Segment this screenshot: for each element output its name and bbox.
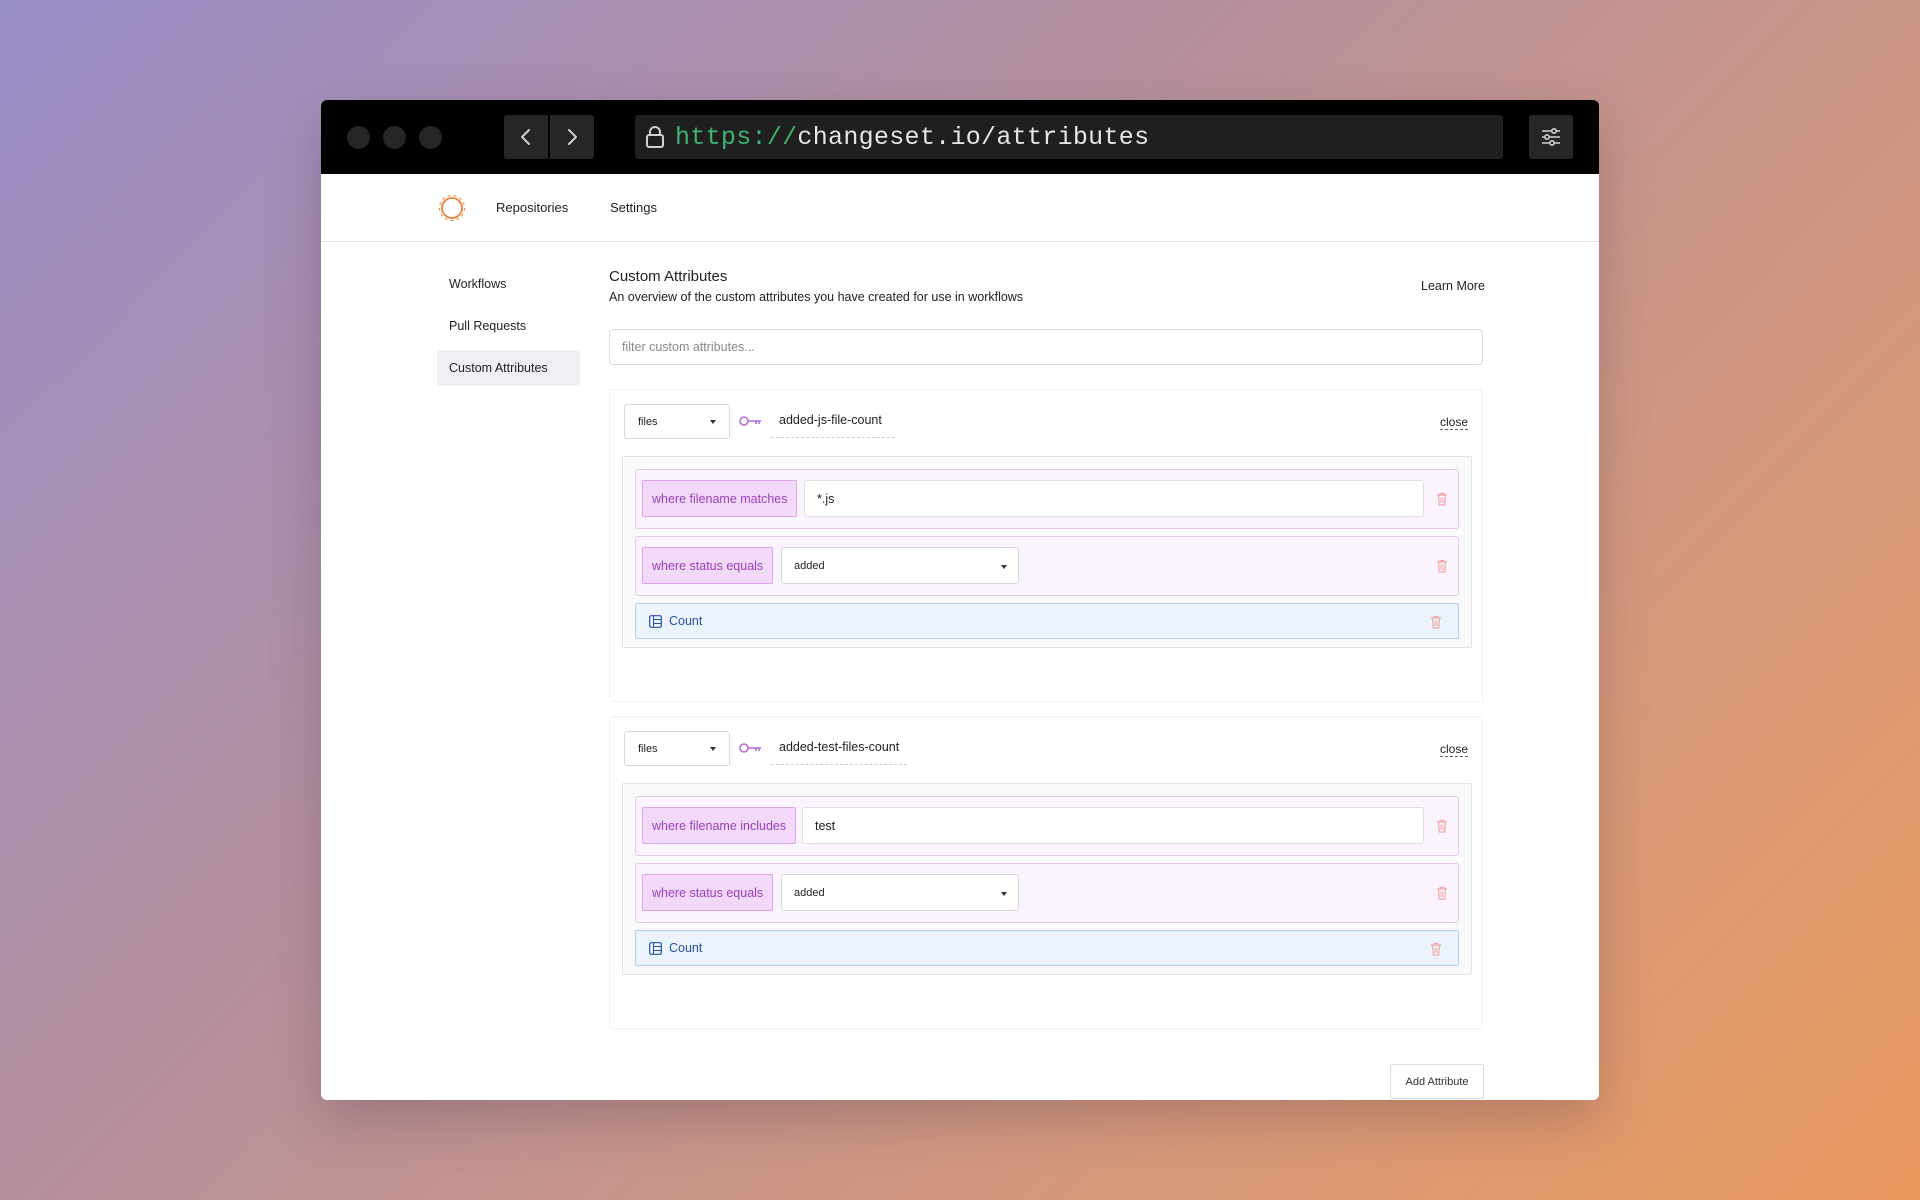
rule-row: where status equals added [635,536,1459,596]
attribute-type-value: files [638,415,658,428]
attribute-type-select[interactable]: files [624,731,730,766]
sidebar-item-pull-requests[interactable]: Pull Requests [437,308,580,344]
page-title: Custom Attributes [609,268,728,285]
chevron-left-icon [521,129,530,145]
logo-icon[interactable] [438,194,466,222]
rules-container: where filename includes where status equ… [622,783,1472,975]
status-select-value: added [794,886,825,899]
attribute-card: files added-js-file-count close where fi… [609,389,1483,702]
table-icon [649,615,662,628]
add-attribute-button[interactable]: Add Attribute [1390,1064,1484,1099]
chevron-right-icon [568,129,577,145]
key-icon [739,416,761,426]
sidebar-item-label: Workflows [449,277,507,291]
rule-row: where filename matches [635,469,1459,529]
rule-label[interactable]: where filename matches [642,480,798,517]
trash-icon[interactable] [1430,942,1442,956]
close-link[interactable]: close [1439,415,1468,430]
table-icon [649,942,662,955]
rule-row: where filename includes [635,796,1459,856]
history-buttons [504,115,594,159]
address-bar[interactable]: https://changeset.io/attributes [635,115,1503,159]
url-text: https://changeset.io/attributes [675,123,1149,152]
sidebar: Workflows Pull Requests Custom Attribute… [437,266,580,392]
rule-value-input[interactable] [802,807,1424,844]
close-link[interactable]: close [1439,742,1468,757]
aggregate-row[interactable]: Count [635,603,1459,639]
sliders-icon [1542,127,1560,147]
caret-down-icon [1001,565,1007,569]
page-subtitle: An overview of the custom attributes you… [609,290,1024,304]
filter-input[interactable] [609,329,1483,365]
key-icon [739,743,761,753]
attribute-name-field[interactable]: added-test-files-count [771,733,908,765]
attribute-card: files added-test-files-count close where… [609,716,1483,1029]
caret-down-icon [1001,892,1007,896]
trash-icon[interactable] [1436,819,1448,833]
rule-label[interactable]: where filename includes [642,807,797,844]
rule-value-input[interactable] [804,480,1424,517]
attribute-name-field[interactable]: added-js-file-count [771,406,895,438]
trash-icon[interactable] [1436,886,1448,900]
url-protocol: https:// [675,122,798,152]
rules-container: where filename matches where status equa… [622,456,1472,648]
nav-settings[interactable]: Settings [610,200,657,215]
minimize-window-button[interactable] [383,126,406,149]
sidebar-item-custom-attributes[interactable]: Custom Attributes [437,350,580,386]
trash-icon[interactable] [1430,615,1442,629]
caret-down-icon [710,747,716,751]
url-host-path: changeset.io/attributes [797,122,1150,152]
sidebar-item-label: Pull Requests [449,319,527,333]
settings-menu-button[interactable] [1529,115,1573,159]
browser-titlebar: https://changeset.io/attributes [321,100,1599,174]
caret-down-icon [710,420,716,424]
learn-more-link[interactable]: Learn More [1421,279,1485,293]
aggregate-row[interactable]: Count [635,930,1459,966]
status-select[interactable]: added [781,547,1019,584]
nav-repositories[interactable]: Repositories [496,200,568,215]
maximize-window-button[interactable] [419,126,442,149]
aggregate-label: Count [669,614,703,628]
rule-label[interactable]: where status equals [642,874,774,911]
rule-row: where status equals added [635,863,1459,923]
window-controls [347,126,442,149]
trash-icon[interactable] [1436,559,1448,573]
sidebar-item-workflows[interactable]: Workflows [437,266,580,302]
back-button[interactable] [504,115,548,159]
close-window-button[interactable] [347,126,370,149]
attribute-type-value: files [638,742,658,755]
app-header: Repositories Settings [321,174,1599,242]
sidebar-item-label: Custom Attributes [449,361,548,375]
trash-icon[interactable] [1436,492,1448,506]
status-select-value: added [794,559,825,572]
attribute-type-select[interactable]: files [624,404,730,439]
status-select[interactable]: added [781,874,1019,911]
forward-button[interactable] [550,115,594,159]
lock-icon [646,126,664,148]
aggregate-label: Count [669,941,703,955]
rule-label[interactable]: where status equals [642,547,774,584]
